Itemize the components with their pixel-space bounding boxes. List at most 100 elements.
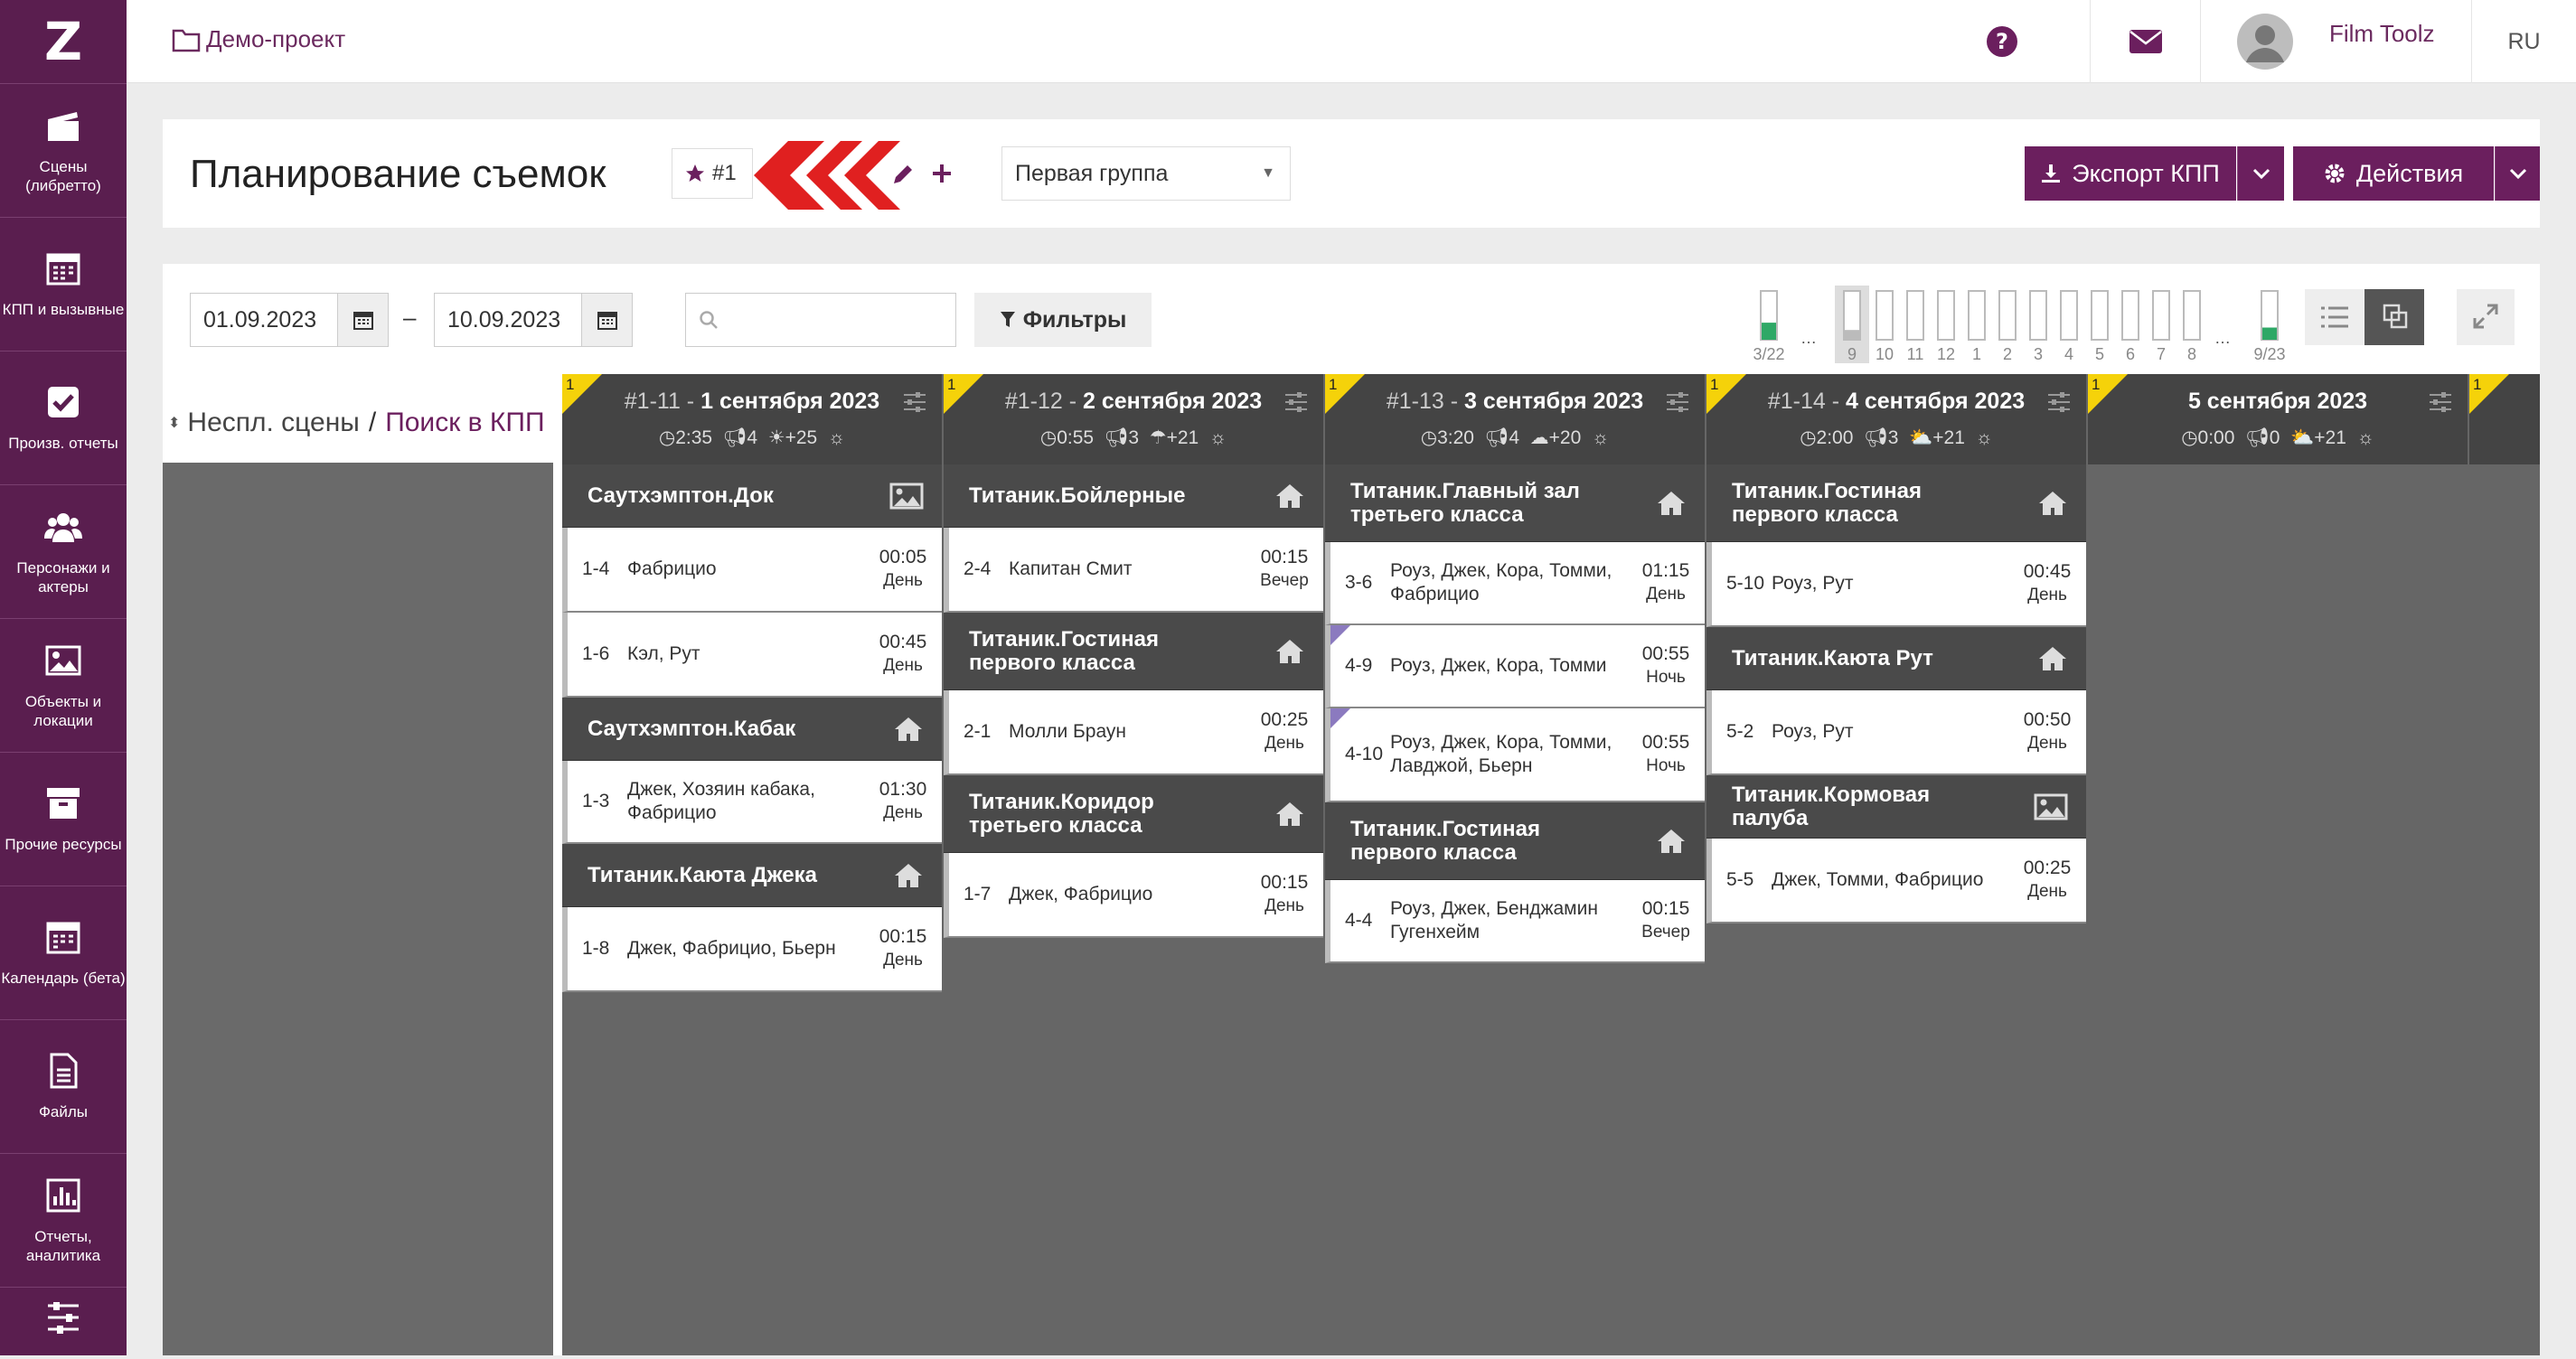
day-bar[interactable] — [1906, 290, 1924, 341]
search-input[interactable] — [685, 293, 956, 347]
variant-selector[interactable]: #1 — [672, 148, 753, 199]
sidebar-item-2[interactable]: Произв. отчеты — [0, 351, 127, 484]
scene-row[interactable]: 5-10 Роуз, Рут 00:45 День — [1706, 542, 2086, 627]
day-settings-icon[interactable] — [1665, 390, 1690, 414]
day-settings-icon[interactable] — [2046, 390, 2072, 414]
scene-row[interactable]: 1-6 Кэл, Рут 00:45 День — [562, 613, 942, 698]
group-select[interactable]: Первая группа ▼ — [1001, 146, 1291, 201]
scene-row[interactable]: 2-4 Капитан Смит 00:15 Вечер — [944, 528, 1323, 613]
scene-number: 5-10 — [1726, 573, 1765, 594]
fullscreen-button[interactable] — [2457, 289, 2515, 345]
day-bar[interactable] — [2060, 290, 2078, 341]
app-logo[interactable]: Z — [0, 0, 127, 83]
scene-row[interactable]: 1-4 Фабрицио 00:05 День — [562, 528, 942, 613]
day-header[interactable]: 1 #1-12 - 2 сентября 2023 ◷0:55 📢︎3 ☂+21 ☼ — [944, 374, 1323, 464]
pencil-icon[interactable] — [891, 163, 915, 186]
date-to-field[interactable]: 10.09.2023 — [434, 293, 633, 347]
help-button[interactable]: ? — [1961, 0, 2043, 83]
day-code: #1-13 - — [1386, 389, 1465, 414]
day-bar[interactable] — [2091, 290, 2109, 341]
location-header[interactable]: Титаник.Каюта Джека — [562, 844, 942, 907]
day-bar[interactable] — [1968, 290, 1986, 341]
calendar-icon[interactable] — [337, 294, 388, 346]
day-bar[interactable] — [1998, 290, 2017, 341]
day-bar[interactable] — [2152, 290, 2170, 341]
location-name: Титаник.Гостиная первого класса — [1732, 478, 1922, 527]
scene-row[interactable]: 1-3 Джек, Хозяин кабака, Фабрицио 01:30 Ден… — [562, 761, 942, 844]
day-load-bars[interactable]: 3/22…9 10 11 12 1 2 3 4 5 6 7 8…9/23 — [1753, 282, 2386, 363]
sidebar-item-8[interactable]: Отчеты, аналитика — [0, 1153, 127, 1287]
scene-duration: 00:25 — [1260, 709, 1309, 730]
search-kpp-tab[interactable]: Поиск в КПП — [385, 408, 544, 438]
scene-row[interactable]: 3-6 Роуз, Джек, Кора, Томми, Фабрицио 01:1… — [1325, 542, 1705, 625]
scene-row[interactable]: 5-5 Джек, Томми, Фабрицио 00:25 День — [1706, 839, 2086, 923]
language-switch[interactable]: RU — [2471, 0, 2576, 83]
date-from-field[interactable]: 01.09.2023 — [190, 293, 389, 347]
actions-dropdown-button[interactable] — [2495, 146, 2540, 201]
sidebar-item-9[interactable] — [0, 1287, 127, 1359]
project-link[interactable]: Демо-проект — [172, 25, 345, 53]
scene-row[interactable]: 5-2 Роуз, Рут 00:50 День — [1706, 690, 2086, 775]
scene-row[interactable]: 1-7 Джек, Фабрицио 00:15 День — [944, 853, 1323, 938]
location-header[interactable]: Саутхэмптон.Док — [562, 464, 942, 528]
board-view-button[interactable] — [2364, 289, 2424, 345]
day-bar[interactable] — [2183, 290, 2201, 341]
sidebar-item-7[interactable]: Файлы — [0, 1019, 127, 1153]
scene-row[interactable]: 4-4 Роуз, Джек, Бенджамин Гугенхейм 00:15 В… — [1325, 880, 1705, 963]
weather-icon: ☂ — [1149, 427, 1167, 448]
sidebar-item-1[interactable]: КПП и вызывные — [0, 217, 127, 351]
location-header[interactable]: Титаник.Гостиная первого класса — [944, 613, 1323, 690]
location-header[interactable]: Титаник.Бойлерные — [944, 464, 1323, 528]
clapperboard-icon — [48, 111, 79, 141]
list-view-button[interactable] — [2305, 289, 2364, 345]
scene-row[interactable]: 4-9 Роуз, Джек, Кора, Томми 00:55 Ночь — [1325, 625, 1705, 708]
bar-ellipsis: … — [2214, 329, 2231, 347]
scene-characters: Джек, Фабрицио, Бьерн — [627, 938, 836, 959]
location-header[interactable]: Титаник.Кормовая палуба — [1706, 775, 2086, 839]
day-bar[interactable] — [1937, 290, 1955, 341]
location-header[interactable]: Титаник.Гостиная первого класса — [1325, 802, 1705, 880]
day-header[interactable]: 15 сентября 2023 ◷0:00 📢︎0 ⛅+21 ☼ — [2088, 374, 2468, 464]
day-header[interactable]: 1 #1-14 - 4 сентября 2023 ◷2:00 📢︎3 ⛅+21 ☼ — [1706, 374, 2086, 464]
day-bar[interactable] — [2121, 290, 2139, 341]
sidebar-item-4[interactable]: Объекты и локации — [0, 618, 127, 752]
unplanned-scenes-tab[interactable]: Неспл. сцены — [187, 408, 359, 438]
export-button[interactable]: Экспорт КПП — [2025, 146, 2236, 201]
day-settings-icon[interactable] — [1283, 390, 1309, 414]
sidebar-item-0[interactable]: Сцены (либретто) — [0, 83, 127, 217]
plus-icon[interactable] — [931, 163, 953, 184]
topbar: Демо-проект ? Film Toolz RU — [127, 0, 2576, 83]
day-bar[interactable] — [2029, 290, 2047, 341]
unplanned-scenes-list[interactable] — [163, 463, 553, 1355]
export-dropdown-button[interactable] — [2237, 146, 2284, 201]
scene-characters: Молли Браун — [1009, 721, 1127, 742]
sort-icon[interactable]: ⬍ — [168, 414, 180, 432]
home-icon — [2039, 491, 2066, 515]
day-settings-icon[interactable] — [2428, 390, 2453, 414]
scene-row[interactable]: 2-1 Молли Браун 00:25 День — [944, 690, 1323, 775]
weather-icon: ⛅ — [2290, 427, 2315, 448]
calendar-icon[interactable] — [581, 294, 632, 346]
messages-button[interactable] — [2090, 0, 2200, 83]
actions-button[interactable]: Действия — [2293, 146, 2494, 201]
filters-button[interactable]: Фильтры — [974, 293, 1152, 347]
location-header[interactable]: Титаник.Каюта Рут — [1706, 627, 2086, 690]
sidebar-item-5[interactable]: Прочие ресурсы — [0, 752, 127, 886]
sidebar-item-3[interactable]: Персонажи и актеры — [0, 484, 127, 618]
scene-row[interactable]: 1-8 Джек, Фабрицио, Бьерн 00:15 День — [562, 907, 942, 992]
day-settings-icon[interactable] — [902, 390, 927, 414]
user-menu[interactable]: Film Toolz — [2200, 0, 2471, 83]
location-header[interactable]: Саутхэмптон.Кабак — [562, 698, 942, 761]
location-header[interactable]: Титаник.Гостиная первого класса — [1706, 464, 2086, 542]
day-bar[interactable] — [1876, 290, 1894, 341]
megaphone-icon: 📢︎ — [1104, 427, 1129, 448]
scene-row[interactable]: 4-10 Роуз, Джек, Кора, Томми, Лавджой, Бь… — [1325, 708, 1705, 802]
day-header[interactable]: 1 #1-13 - 3 сентября 2023 ◷3:20 📢︎4 ☁+20 ☼ — [1325, 374, 1705, 464]
day-header[interactable]: 1 #1-11 - 1 сентября 2023 ◷2:35 📢︎4 ☀+25 ☼ — [562, 374, 942, 464]
sidebar-item-6[interactable]: Календарь (бета) — [0, 886, 127, 1019]
day-title: #1-12 - 2 сентября 2023 — [944, 389, 1323, 415]
expand-icon — [2473, 304, 2498, 329]
location-header[interactable]: Титаник.Коридор третьего класса — [944, 775, 1323, 853]
location-header[interactable]: Титаник.Главный зал третьего класса — [1325, 464, 1705, 542]
location-name: Титаник.Гостиная первого класса — [969, 626, 1159, 675]
